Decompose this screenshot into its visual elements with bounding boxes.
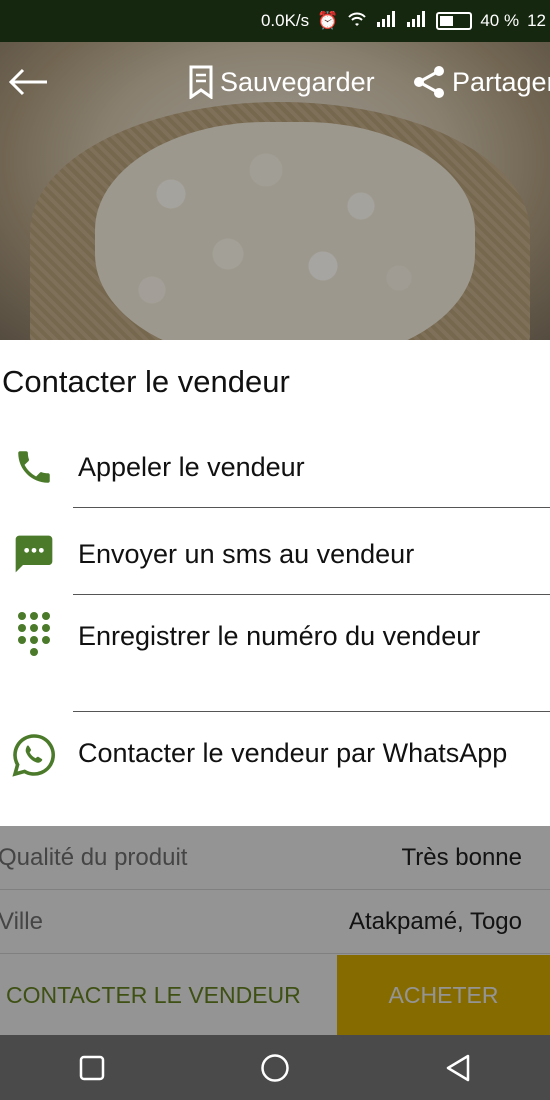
back-arrow-icon bbox=[8, 68, 47, 96]
share-icon bbox=[414, 66, 444, 98]
back-icon bbox=[447, 1054, 470, 1081]
bookmark-icon bbox=[189, 65, 213, 99]
option-label: Envoyer un sms au vendeur bbox=[78, 539, 415, 569]
alarm-icon: ⏰ bbox=[317, 11, 339, 30]
system-nav-bar bbox=[0, 1035, 550, 1100]
option-sms-seller[interactable]: Envoyer un sms au vendeur bbox=[0, 529, 550, 579]
contact-sheet: Contacter le vendeur Appeler le vendeur … bbox=[0, 340, 550, 826]
back-button[interactable] bbox=[6, 60, 50, 104]
option-call-seller[interactable]: Appeler le vendeur bbox=[0, 442, 550, 492]
share-label: Partager bbox=[452, 66, 550, 97]
back-nav-button[interactable] bbox=[428, 1038, 488, 1098]
option-whatsapp-seller[interactable]: Contacter le vendeur par WhatsApp bbox=[0, 733, 550, 813]
home-button[interactable] bbox=[245, 1038, 305, 1098]
option-label: Appeler le vendeur bbox=[78, 452, 305, 482]
phone-icon bbox=[10, 443, 58, 491]
divider bbox=[73, 594, 550, 595]
save-label: Sauvegarder bbox=[220, 66, 375, 97]
top-toolbar: Sauvegarder Partager bbox=[0, 42, 550, 122]
sms-icon bbox=[10, 530, 58, 578]
save-button[interactable]: Sauvegarder bbox=[188, 62, 375, 102]
recent-apps-button[interactable] bbox=[62, 1038, 122, 1098]
wifi-icon bbox=[346, 10, 368, 33]
signal-icon bbox=[376, 10, 398, 32]
clock: 12 bbox=[527, 11, 546, 30]
battery-percent: 40 % bbox=[480, 11, 520, 30]
scrim[interactable] bbox=[0, 826, 550, 1035]
home-icon bbox=[261, 1053, 289, 1082]
sheet-title: Contacter le vendeur bbox=[2, 364, 290, 399]
recent-apps-icon bbox=[79, 1055, 104, 1080]
divider bbox=[73, 507, 550, 508]
status-bar: 0.0K/s ⏰ 40 % 12 bbox=[0, 0, 550, 42]
battery-icon bbox=[436, 12, 473, 30]
network-speed: 0.0K/s bbox=[260, 11, 310, 30]
share-button[interactable]: Partager bbox=[412, 62, 550, 102]
whatsapp-icon bbox=[10, 731, 58, 779]
signal-icon bbox=[406, 10, 428, 32]
divider bbox=[73, 711, 550, 712]
dialpad-icon bbox=[10, 612, 58, 660]
option-label: Enregistrer le numéro du vendeur bbox=[78, 621, 481, 651]
option-save-number[interactable]: Enregistrer le numéro du vendeur bbox=[0, 612, 550, 696]
option-label: Contacter le vendeur par WhatsApp bbox=[78, 738, 508, 768]
